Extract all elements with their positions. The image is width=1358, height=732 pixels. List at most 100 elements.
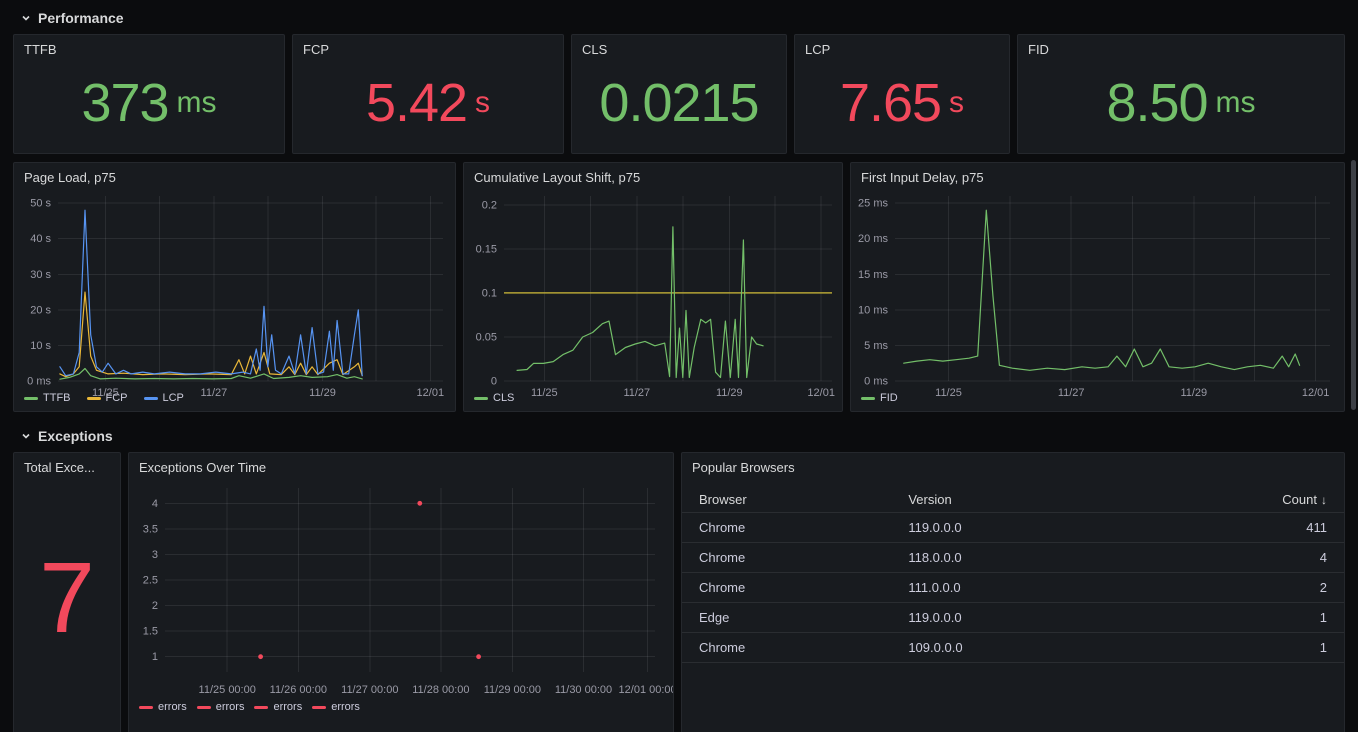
svg-text:0.05: 0.05 xyxy=(476,332,497,344)
svg-text:10 s: 10 s xyxy=(30,340,51,352)
series-swatch-icon xyxy=(197,706,211,709)
stat-lcp: 7.65 s xyxy=(795,60,1009,153)
series-swatch-icon xyxy=(312,706,326,709)
table-row[interactable]: Chrome 111.0.0.0 2 xyxy=(682,573,1344,603)
panel-title-popular-browsers[interactable]: Popular Browsers xyxy=(682,453,1344,478)
fid-chart[interactable]: 11/2511/2711/2912/010 ms5 ms10 ms15 ms20… xyxy=(851,188,1344,389)
svg-text:0 ms: 0 ms xyxy=(864,376,888,388)
table-row[interactable]: Chrome 118.0.0.0 4 xyxy=(682,543,1344,573)
panel-lcp: LCP 7.65 s xyxy=(794,34,1010,154)
svg-text:11/25: 11/25 xyxy=(531,387,558,399)
table-row[interactable]: Edge 119.0.0.0 1 xyxy=(682,603,1344,633)
dashboard: Performance TTFB 373 ms FCP 5.42 s CLS 0… xyxy=(0,0,1358,732)
panel-title-cls[interactable]: CLS xyxy=(572,35,786,60)
browsers-table-header: Browser Version Count↓ xyxy=(682,486,1344,513)
row-title-exceptions: Exceptions xyxy=(38,428,113,444)
count-cell: 411 xyxy=(1118,520,1327,535)
legend-label: errors xyxy=(273,701,302,713)
browsers-table: Browser Version Count↓ Chrome 119.0.0.0 … xyxy=(682,486,1344,732)
svg-text:12/01: 12/01 xyxy=(1302,387,1330,399)
panel-title-exceptions-over-time[interactable]: Exceptions Over Time xyxy=(129,453,673,478)
svg-text:0: 0 xyxy=(491,376,497,388)
svg-text:11/27: 11/27 xyxy=(201,387,228,399)
stat-value-cls: 0.0215 xyxy=(599,76,758,130)
exceptions-legend: errors errors errors errors xyxy=(129,698,673,720)
svg-text:2: 2 xyxy=(152,600,158,612)
column-header-version[interactable]: Version xyxy=(908,492,1117,507)
svg-text:2.5: 2.5 xyxy=(143,575,158,587)
svg-text:0.15: 0.15 xyxy=(476,243,497,255)
panel-title-page-load[interactable]: Page Load, p75 xyxy=(14,163,455,188)
panel-cls-chart: Cumulative Layout Shift, p75 11/2511/271… xyxy=(463,162,843,412)
svg-text:50 s: 50 s xyxy=(30,198,51,210)
panel-page-load: Page Load, p75 11/2511/2711/2912/010 ms1… xyxy=(13,162,456,412)
total-exceptions-value: 7 xyxy=(39,548,95,648)
panel-title-fid[interactable]: FID xyxy=(1018,35,1344,60)
legend-item[interactable]: errors xyxy=(312,701,360,713)
legend-item[interactable]: errors xyxy=(139,701,187,713)
column-header-count[interactable]: Count↓ xyxy=(1118,492,1327,507)
legend-label: errors xyxy=(216,701,245,713)
panel-exceptions-over-time: Exceptions Over Time 11/25 00:0011/26 00… xyxy=(128,452,674,732)
series-swatch-icon xyxy=(254,706,268,709)
row-header-exceptions[interactable]: Exceptions xyxy=(13,424,1345,448)
legend-item[interactable]: errors xyxy=(254,701,302,713)
legend-item[interactable]: errors xyxy=(197,701,245,713)
legend-label: errors xyxy=(158,701,187,713)
count-cell: 2 xyxy=(1118,580,1327,595)
svg-text:25 ms: 25 ms xyxy=(858,198,888,210)
chevron-down-icon xyxy=(21,431,31,441)
chart-svg: 11/2511/2711/2912/010 ms5 ms10 ms15 ms20… xyxy=(851,188,1344,401)
panel-title-lcp[interactable]: LCP xyxy=(795,35,1009,60)
browser-cell: Edge xyxy=(699,610,908,625)
svg-text:10 ms: 10 ms xyxy=(858,304,888,316)
svg-text:11/29 00:00: 11/29 00:00 xyxy=(484,684,541,696)
panel-title-fid-chart[interactable]: First Input Delay, p75 xyxy=(851,163,1344,188)
svg-text:40 s: 40 s xyxy=(30,233,51,245)
browser-cell: Chrome xyxy=(699,640,908,655)
scrollbar-thumb[interactable] xyxy=(1351,160,1356,410)
panel-fid-chart: First Input Delay, p75 11/2511/2711/2912… xyxy=(850,162,1345,412)
svg-text:1.5: 1.5 xyxy=(143,626,158,638)
cls-chart[interactable]: 11/2511/2711/2912/0100.050.10.150.2 xyxy=(464,188,842,389)
browser-cell: Chrome xyxy=(699,520,908,535)
svg-text:11/27 00:00: 11/27 00:00 xyxy=(341,684,398,696)
chart-svg: 11/2511/2711/2912/010 ms10 s20 s30 s40 s… xyxy=(14,188,455,401)
svg-text:11/30 00:00: 11/30 00:00 xyxy=(555,684,612,696)
stat-cls: 0.0215 xyxy=(572,60,786,153)
page-load-chart[interactable]: 11/2511/2711/2912/010 ms10 s20 s30 s40 s… xyxy=(14,188,455,389)
chart-svg: 11/2511/2711/2912/0100.050.10.150.2 xyxy=(464,188,842,401)
svg-text:12/01 00:00: 12/01 00:00 xyxy=(619,684,673,696)
count-cell: 4 xyxy=(1118,550,1327,565)
panel-title-fcp[interactable]: FCP xyxy=(293,35,563,60)
version-cell: 111.0.0.0 xyxy=(908,580,1117,595)
stat-unit-fcp: s xyxy=(475,86,490,120)
svg-text:11/29: 11/29 xyxy=(1180,387,1207,399)
series-swatch-icon xyxy=(139,706,153,709)
table-row[interactable]: Chrome 109.0.0.0 1 xyxy=(682,633,1344,663)
stat-unit-ttfb: ms xyxy=(177,86,217,120)
svg-text:11/28 00:00: 11/28 00:00 xyxy=(412,684,469,696)
stat-value-fcp: 5.42 xyxy=(366,76,467,130)
exceptions-row: Total Exce... 7 Exceptions Over Time 11/… xyxy=(13,452,1345,732)
svg-text:11/27: 11/27 xyxy=(623,387,650,399)
svg-text:0.1: 0.1 xyxy=(482,287,497,299)
legend-label: errors xyxy=(331,701,360,713)
svg-text:3: 3 xyxy=(152,549,158,561)
row-header-performance[interactable]: Performance xyxy=(13,6,1345,30)
panel-title-ttfb[interactable]: TTFB xyxy=(14,35,284,60)
svg-text:20 ms: 20 ms xyxy=(858,233,888,245)
panel-title-cls-chart[interactable]: Cumulative Layout Shift, p75 xyxy=(464,163,842,188)
browser-cell: Chrome xyxy=(699,550,908,565)
stat-value-fid: 8.50 xyxy=(1106,76,1207,130)
count-cell: 1 xyxy=(1118,610,1327,625)
stat-fid: 8.50 ms xyxy=(1018,60,1344,153)
count-cell: 1 xyxy=(1118,640,1327,655)
table-row[interactable]: Chrome 119.0.0.0 411 xyxy=(682,513,1344,543)
panel-title-total-exceptions[interactable]: Total Exce... xyxy=(14,453,120,478)
exceptions-chart[interactable]: 11/25 00:0011/26 00:0011/27 00:0011/28 0… xyxy=(129,478,673,698)
column-header-browser[interactable]: Browser xyxy=(699,492,908,507)
svg-text:11/27: 11/27 xyxy=(1058,387,1085,399)
stat-ttfb: 373 ms xyxy=(14,60,284,153)
svg-text:30 s: 30 s xyxy=(30,269,51,281)
